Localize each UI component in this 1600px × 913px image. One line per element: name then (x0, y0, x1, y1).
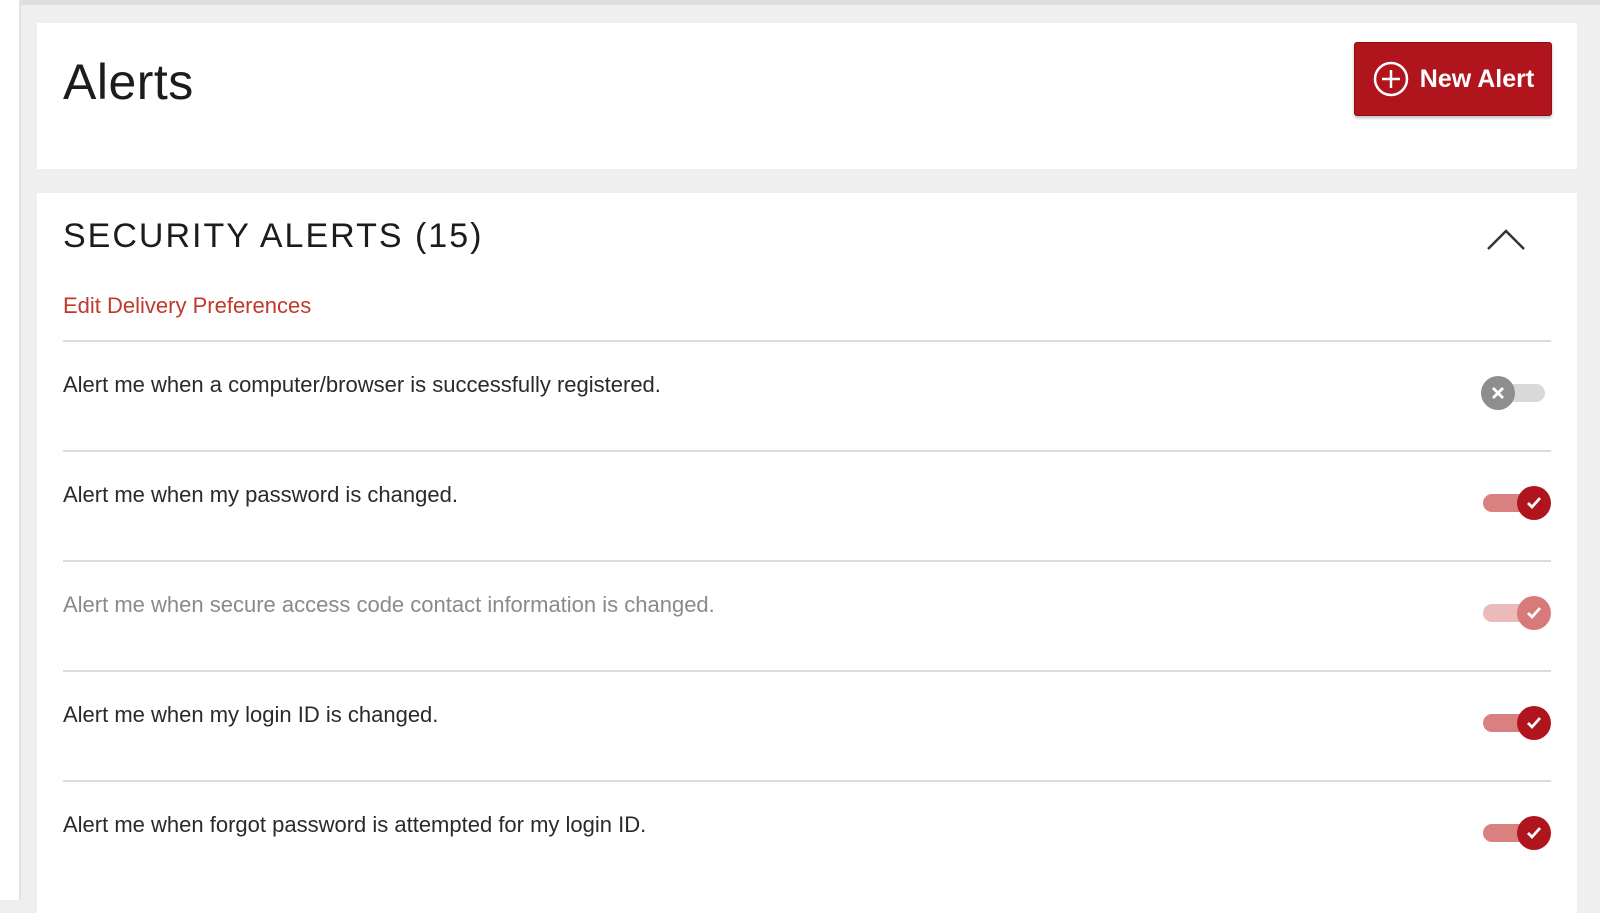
section-title: SECURITY ALERTS (15) (63, 217, 484, 255)
top-strip (21, 0, 1600, 5)
page-title: Alerts (63, 54, 194, 110)
alert-label: Alert me when secure access code contact… (63, 592, 715, 617)
new-alert-button[interactable]: New Alert (1354, 42, 1552, 116)
x-icon (1492, 387, 1504, 399)
alert-toggle[interactable] (1481, 702, 1551, 742)
toggle-knob (1481, 376, 1515, 410)
toggle-knob (1517, 706, 1551, 740)
alert-row: Alert me when forgot password is attempt… (63, 780, 1551, 890)
alert-row: Alert me when my password is changed. (63, 450, 1551, 560)
alert-label: Alert me when forgot password is attempt… (63, 812, 647, 837)
alert-row: Alert me when secure access code contact… (63, 560, 1551, 670)
alert-toggle[interactable] (1481, 372, 1551, 412)
chevron-up-icon (1486, 227, 1526, 256)
alert-row: Alert me when my login ID is changed. (63, 670, 1551, 780)
alert-list: Alert me when a computer/browser is succ… (63, 340, 1551, 890)
collapse-button[interactable] (1483, 221, 1529, 261)
check-icon (1527, 497, 1542, 510)
alert-row: Alert me when a computer/browser is succ… (63, 340, 1551, 450)
alerts-header-card: Alerts New Alert (37, 23, 1577, 169)
new-alert-label: New Alert (1419, 64, 1535, 93)
toggle-knob (1517, 816, 1551, 850)
alert-label: Alert me when a computer/browser is succ… (63, 372, 661, 397)
alert-toggle[interactable] (1481, 482, 1551, 522)
left-divider (19, 0, 21, 900)
toggle-knob (1517, 486, 1551, 520)
plus-circle-icon (1372, 60, 1410, 98)
check-icon (1527, 827, 1542, 840)
check-icon (1527, 607, 1542, 620)
alert-toggle[interactable] (1481, 812, 1551, 852)
left-gutter (0, 0, 20, 900)
alert-toggle-disabled (1481, 592, 1551, 632)
edit-delivery-preferences-link[interactable]: Edit Delivery Preferences (63, 293, 311, 319)
check-icon (1527, 717, 1542, 730)
alert-label: Alert me when my password is changed. (63, 482, 458, 507)
security-alerts-card: SECURITY ALERTS (15) Edit Delivery Prefe… (37, 193, 1577, 913)
toggle-knob (1517, 596, 1551, 630)
alert-label: Alert me when my login ID is changed. (63, 702, 439, 727)
